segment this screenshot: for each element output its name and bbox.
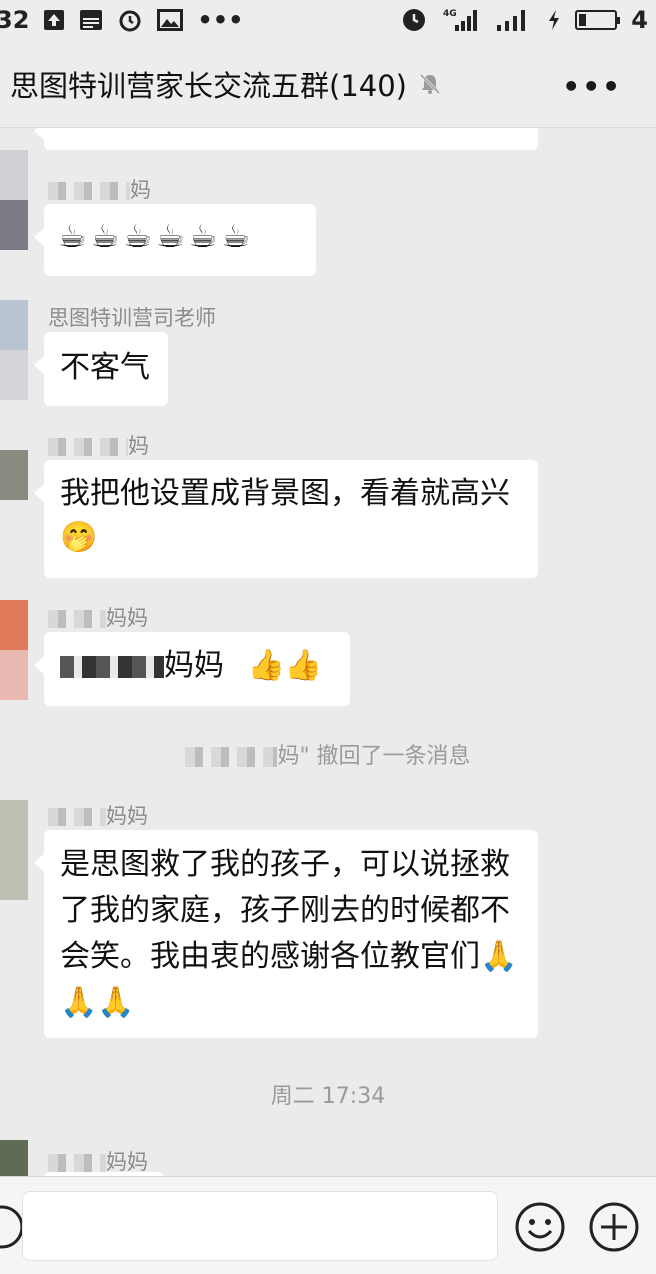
smiley-icon[interactable]	[514, 1201, 566, 1257]
sender-name: 妈妈	[48, 800, 148, 830]
plus-circle-icon[interactable]	[588, 1201, 640, 1257]
blurred-name	[48, 438, 128, 456]
recall-text: 妈" 撤回了一条消息	[277, 744, 471, 769]
chat-header: 思图特训营家长交流五群(140) •••	[0, 40, 656, 128]
message-bubble-partial[interactable]	[34, 128, 538, 150]
message-text-line: 了我的家庭，孩子刚去的时候都不	[60, 893, 510, 928]
upload-icon	[43, 9, 65, 31]
message-bubble[interactable]: ☕☕☕☕☕☕	[34, 204, 316, 276]
status-bar: 32 ••• 4G 4	[0, 0, 656, 40]
status-time: 32	[0, 6, 30, 34]
more-notifications-icon: •••	[197, 6, 244, 34]
avatar[interactable]	[0, 1140, 28, 1176]
blurred-name	[48, 1154, 106, 1172]
message-emoji: 🙏🙏	[60, 985, 135, 1020]
sender-name-text: 妈妈	[106, 804, 148, 828]
avatar[interactable]	[0, 450, 28, 500]
message-text: 我把他设置成背景图，看着就高兴	[60, 476, 510, 511]
message-bubble[interactable]: 不客气	[34, 332, 168, 406]
message-text-line: 会笑。我由衷的感谢各位教官们🙏	[60, 939, 518, 974]
alarm-icon	[401, 7, 427, 33]
image-icon	[157, 9, 184, 31]
sender-name-text: 妈妈	[106, 1150, 148, 1174]
battery-level	[579, 14, 587, 26]
message-text-line: 是思图救了我的孩子，可以说拯救	[60, 847, 510, 882]
signal-4g-icon: 4G	[441, 7, 481, 33]
chat-title[interactable]: 思图特训营家长交流五群(140)	[10, 63, 407, 105]
message-bubble[interactable]: 是思图救了我的孩子，可以说拯救 了我的家庭，孩子刚去的时候都不 会笑。我由衷的感…	[34, 830, 538, 1038]
message-bubble[interactable]: 我把他设置成背景图，看着就高兴 🤭	[34, 460, 538, 578]
avatar[interactable]	[0, 150, 28, 250]
blurred-name	[48, 182, 130, 200]
message-text: ☕☕☕☕☕☕	[58, 217, 255, 255]
message-list[interactable]: 妈 ☕☕☕☕☕☕ 思图特训营司老师 不客气 妈 我把他设置成背景图，看着就高兴 …	[0, 128, 656, 1176]
message-text: 不客气	[60, 350, 150, 385]
sender-name: 思图特训营司老师	[48, 306, 216, 330]
bell-off-icon	[417, 71, 443, 97]
charging-icon	[547, 9, 561, 31]
signal-icon	[495, 7, 533, 33]
sender-name-text: 妈	[130, 178, 151, 202]
timestamp: 周二 17:34	[270, 1084, 386, 1109]
avatar[interactable]	[0, 600, 28, 700]
blurred-name	[60, 655, 164, 678]
message-input[interactable]	[22, 1191, 498, 1261]
sender-name-text: 妈	[128, 434, 149, 458]
blurred-name	[48, 610, 106, 628]
sender-name: 妈	[48, 174, 151, 204]
alarm-clock-icon	[117, 7, 143, 33]
news-icon	[79, 9, 103, 31]
recall-notice: 妈" 撤回了一条消息	[0, 738, 656, 770]
input-bar	[0, 1176, 656, 1274]
message-text: 妈妈	[164, 648, 224, 683]
blurred-name	[185, 747, 278, 767]
sender-name: 妈	[48, 430, 149, 460]
battery-icon	[575, 10, 621, 30]
message-emoji: 🤭	[60, 520, 98, 555]
avatar[interactable]	[0, 300, 28, 400]
more-menu-button[interactable]: •••	[562, 70, 622, 103]
message-emoji: 👍👍	[247, 648, 323, 683]
blurred-name	[48, 808, 106, 826]
sender-name-text: 妈妈	[106, 606, 148, 630]
sender-name: 妈妈	[48, 602, 148, 632]
avatar[interactable]	[0, 800, 28, 900]
battery-text: 4	[631, 6, 648, 34]
message-bubble[interactable]: 妈妈 👍👍	[34, 632, 350, 706]
svg-text:4G: 4G	[443, 9, 457, 19]
